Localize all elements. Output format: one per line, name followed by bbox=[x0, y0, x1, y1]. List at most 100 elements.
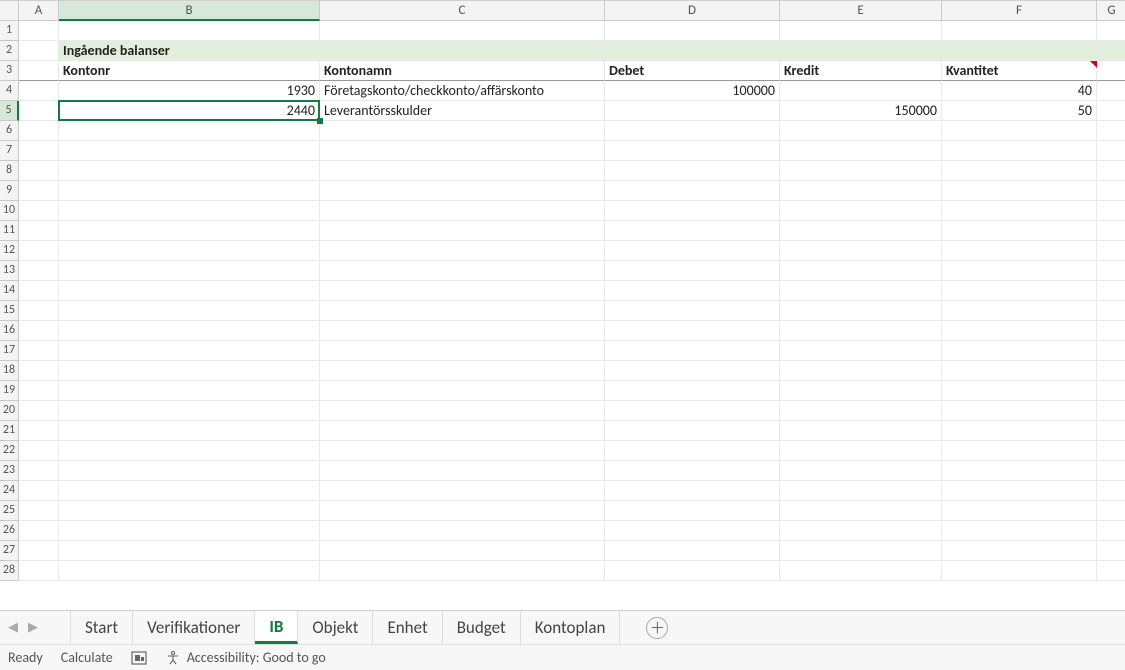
cell-D12[interactable] bbox=[605, 241, 780, 261]
cell-E27[interactable] bbox=[780, 541, 942, 561]
cell-F28[interactable] bbox=[942, 561, 1097, 581]
cell-B4[interactable]: 1930 bbox=[59, 81, 320, 101]
cell-F27[interactable] bbox=[942, 541, 1097, 561]
cell-G7[interactable] bbox=[1097, 141, 1125, 161]
cell-C12[interactable] bbox=[320, 241, 605, 261]
row-header-16[interactable]: 16 bbox=[0, 321, 19, 341]
cell-B19[interactable] bbox=[59, 381, 320, 401]
cell-B23[interactable] bbox=[59, 461, 320, 481]
cell-E1[interactable] bbox=[780, 21, 942, 41]
column-header-F[interactable]: F bbox=[942, 1, 1097, 21]
cell-D26[interactable] bbox=[605, 521, 780, 541]
cell-E5[interactable]: 150000 bbox=[780, 101, 942, 121]
cell-D14[interactable] bbox=[605, 281, 780, 301]
cell-F4[interactable]: 40 bbox=[942, 81, 1097, 101]
cell-G28[interactable] bbox=[1097, 561, 1125, 581]
cell-G10[interactable] bbox=[1097, 201, 1125, 221]
row-header-27[interactable]: 27 bbox=[0, 541, 19, 561]
row-header-23[interactable]: 23 bbox=[0, 461, 19, 481]
cell-D15[interactable] bbox=[605, 301, 780, 321]
cell-B22[interactable] bbox=[59, 441, 320, 461]
row-header-26[interactable]: 26 bbox=[0, 521, 19, 541]
cell-B1[interactable] bbox=[59, 21, 320, 41]
cell-D25[interactable] bbox=[605, 501, 780, 521]
cell-D8[interactable] bbox=[605, 161, 780, 181]
cell-G13[interactable] bbox=[1097, 261, 1125, 281]
cell-C10[interactable] bbox=[320, 201, 605, 221]
row-header-21[interactable]: 21 bbox=[0, 421, 19, 441]
cell-B20[interactable] bbox=[59, 401, 320, 421]
cell-E23[interactable] bbox=[780, 461, 942, 481]
cell-B2[interactable]: Ingående balanser bbox=[59, 41, 320, 61]
cell-G9[interactable] bbox=[1097, 181, 1125, 201]
cell-C9[interactable] bbox=[320, 181, 605, 201]
cell-A11[interactable] bbox=[19, 221, 59, 241]
cell-C26[interactable] bbox=[320, 521, 605, 541]
cell-E11[interactable] bbox=[780, 221, 942, 241]
sheet-tab-verifikationer[interactable]: Verifikationer bbox=[133, 611, 255, 644]
row-header-28[interactable]: 28 bbox=[0, 561, 19, 581]
cell-C2[interactable] bbox=[320, 41, 605, 61]
tab-nav-next-icon[interactable]: ▶ bbox=[28, 620, 38, 635]
sheet-tab-start[interactable]: Start bbox=[70, 611, 133, 644]
row-header-11[interactable]: 11 bbox=[0, 221, 19, 241]
cell-A5[interactable] bbox=[19, 101, 59, 121]
cell-E7[interactable] bbox=[780, 141, 942, 161]
sheet-tab-budget[interactable]: Budget bbox=[443, 611, 521, 644]
cell-G21[interactable] bbox=[1097, 421, 1125, 441]
cell-B14[interactable] bbox=[59, 281, 320, 301]
column-header-D[interactable]: D bbox=[605, 1, 780, 21]
cell-E19[interactable] bbox=[780, 381, 942, 401]
cell-grid[interactable]: Ingående balanserKontonrKontonamnDebetKr… bbox=[19, 21, 1125, 581]
cell-A26[interactable] bbox=[19, 521, 59, 541]
cell-A16[interactable] bbox=[19, 321, 59, 341]
cell-B27[interactable] bbox=[59, 541, 320, 561]
cell-B26[interactable] bbox=[59, 521, 320, 541]
cell-D2[interactable] bbox=[605, 41, 780, 61]
cell-G8[interactable] bbox=[1097, 161, 1125, 181]
column-header-G[interactable]: G bbox=[1097, 1, 1125, 21]
cell-D1[interactable] bbox=[605, 21, 780, 41]
cell-A2[interactable] bbox=[19, 41, 59, 61]
row-header-7[interactable]: 7 bbox=[0, 141, 19, 161]
cell-C8[interactable] bbox=[320, 161, 605, 181]
cell-G5[interactable] bbox=[1097, 101, 1125, 121]
cell-A17[interactable] bbox=[19, 341, 59, 361]
cell-G14[interactable] bbox=[1097, 281, 1125, 301]
cell-A10[interactable] bbox=[19, 201, 59, 221]
row-header-9[interactable]: 9 bbox=[0, 181, 19, 201]
cell-A8[interactable] bbox=[19, 161, 59, 181]
cell-C25[interactable] bbox=[320, 501, 605, 521]
cell-F2[interactable] bbox=[942, 41, 1097, 61]
cell-C24[interactable] bbox=[320, 481, 605, 501]
cell-B21[interactable] bbox=[59, 421, 320, 441]
comment-indicator-icon[interactable] bbox=[1090, 61, 1097, 68]
cell-F1[interactable] bbox=[942, 21, 1097, 41]
row-header-2[interactable]: 2 bbox=[0, 41, 19, 61]
cell-A12[interactable] bbox=[19, 241, 59, 261]
cell-C23[interactable] bbox=[320, 461, 605, 481]
cell-A21[interactable] bbox=[19, 421, 59, 441]
sheet-tab-enhet[interactable]: Enhet bbox=[373, 611, 442, 644]
row-header-22[interactable]: 22 bbox=[0, 441, 19, 461]
cell-B16[interactable] bbox=[59, 321, 320, 341]
cell-A3[interactable] bbox=[19, 61, 59, 81]
cell-E15[interactable] bbox=[780, 301, 942, 321]
sheet-tab-kontoplan[interactable]: Kontoplan bbox=[521, 611, 621, 644]
cell-G4[interactable] bbox=[1097, 81, 1125, 101]
cell-G16[interactable] bbox=[1097, 321, 1125, 341]
cell-A27[interactable] bbox=[19, 541, 59, 561]
cell-A13[interactable] bbox=[19, 261, 59, 281]
cell-C19[interactable] bbox=[320, 381, 605, 401]
cell-F7[interactable] bbox=[942, 141, 1097, 161]
row-header-25[interactable]: 25 bbox=[0, 501, 19, 521]
cell-C16[interactable] bbox=[320, 321, 605, 341]
cell-C20[interactable] bbox=[320, 401, 605, 421]
cell-C18[interactable] bbox=[320, 361, 605, 381]
cell-G19[interactable] bbox=[1097, 381, 1125, 401]
cell-A28[interactable] bbox=[19, 561, 59, 581]
cell-E2[interactable] bbox=[780, 41, 942, 61]
row-header-10[interactable]: 10 bbox=[0, 201, 19, 221]
cell-C13[interactable] bbox=[320, 261, 605, 281]
column-header-C[interactable]: C bbox=[320, 1, 605, 21]
